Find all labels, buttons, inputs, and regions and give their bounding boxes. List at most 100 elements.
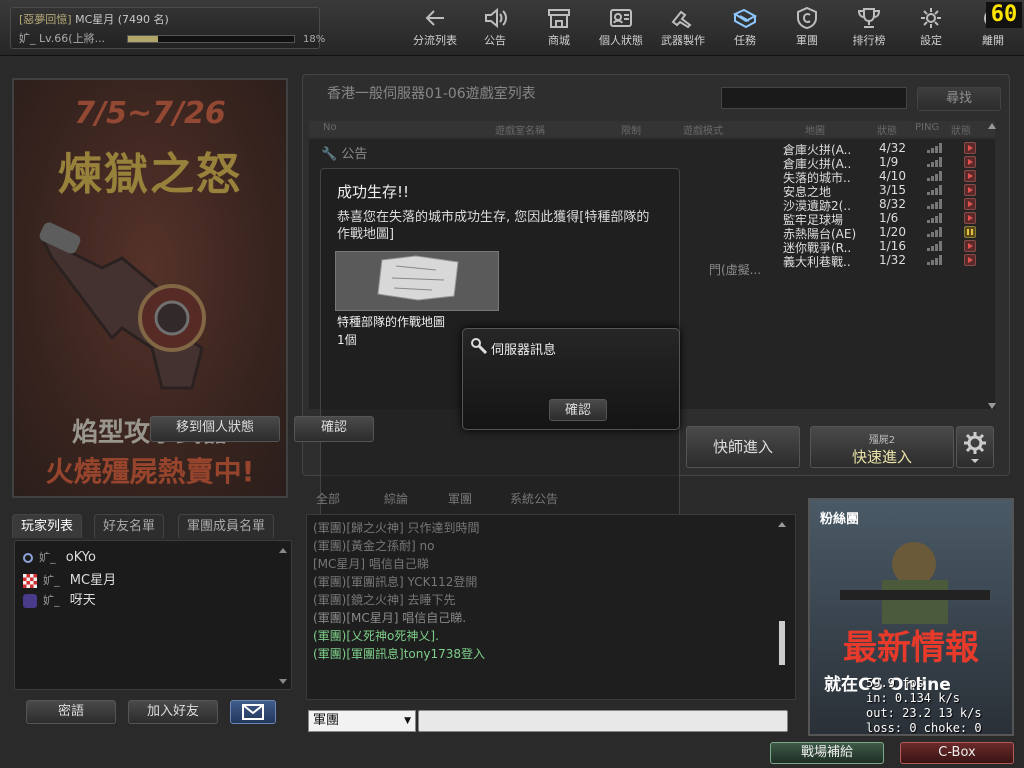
chat-line: (軍團)[MC星月] 唱信自己睇.	[313, 611, 467, 625]
male-gender-icon	[23, 552, 33, 563]
ping-bars-icon	[927, 199, 942, 209]
trophy-icon	[857, 8, 881, 28]
add-friend-button[interactable]: 加入好友	[128, 700, 218, 724]
reward-message: 恭喜您在失落的城市成功生存, 您因此獲得[特種部隊的作戰地圖]	[337, 210, 650, 242]
chat-scrollbar[interactable]	[777, 521, 787, 693]
chat-line: (軍團)[黃金之孫耐] no	[313, 539, 435, 553]
clan-emblem-icon	[797, 6, 817, 30]
server-confirm-button[interactable]: 確認	[549, 399, 607, 421]
tab-player-list[interactable]: 玩家列表	[12, 514, 83, 538]
go-to-profile-button[interactable]: 移到個人狀態	[150, 416, 280, 442]
chat-line: [MC星月] 唱信自己睇	[313, 557, 429, 571]
speaker-icon	[485, 7, 507, 29]
room-map: 義大利巷戰..	[783, 255, 851, 269]
nav-channel-list[interactable]: 分流列表	[406, 4, 464, 52]
whisper-button[interactable]: 密語	[26, 700, 116, 724]
tab-friend-list[interactable]: 好友名單	[94, 514, 165, 538]
map-item-icon	[377, 255, 459, 301]
friend-name: oKYo	[65, 550, 96, 565]
nav-clan[interactable]: 軍團	[778, 4, 836, 52]
room-player-count: 8/32	[879, 197, 906, 211]
soldier-image	[840, 542, 990, 624]
room-list-scrollbar[interactable]	[987, 121, 997, 411]
room-player-count: 1/32	[879, 253, 906, 267]
room-player-count: 1/6	[879, 211, 899, 225]
server-message-dialog: 伺服器訊息 確認	[462, 328, 680, 430]
clan-tag: [惡夢回憶]	[19, 13, 72, 26]
nav-profile[interactable]: 個人狀態	[592, 4, 650, 52]
flamethrower-weapon-image	[38, 222, 206, 390]
play-icon	[964, 156, 976, 168]
room-table-header: No 遊戲室名稱 限制 遊戲模式 地圖 狀態 PING 狀態	[309, 121, 995, 137]
battle-supply-button[interactable]: 戰場補給	[770, 742, 884, 764]
list-item[interactable]: 㚧_ MC星月	[23, 569, 263, 588]
play-icon	[964, 142, 976, 154]
promo-date: 7/5~7/26	[74, 96, 226, 131]
fps-counter: 60	[986, 2, 1022, 28]
xp-progress-bar	[127, 35, 295, 43]
promo-title: 煉獄之怒	[58, 149, 242, 200]
profile-card-icon	[610, 9, 632, 27]
reward-item-slot	[335, 251, 499, 311]
user-rank-count: (7490 名)	[117, 13, 169, 26]
play-icon	[964, 240, 976, 252]
play-icon	[964, 184, 976, 196]
chat-tabs: 全部 綜論 軍團 系統公告	[306, 488, 706, 512]
ad-headline: 最新情報	[843, 628, 979, 668]
nav-shop[interactable]: 商城	[530, 4, 588, 52]
tab-chat-clan[interactable]: 軍團	[448, 490, 472, 507]
reward-title: 成功生存!!	[337, 183, 410, 201]
nav-weapon-craft[interactable]: 武器製作	[654, 4, 712, 52]
list-item[interactable]: 㚧_ 呀天	[23, 589, 263, 608]
friend-list-scrollbar[interactable]	[279, 547, 287, 685]
chat-line: (軍團)[乂死神o死神乂].	[313, 629, 439, 643]
weapon-craft-icon	[671, 10, 692, 29]
gear-icon	[964, 432, 986, 463]
user-name-line: [惡夢回憶] MC星月 (7490 名)	[19, 11, 169, 27]
friend-tabs: 玩家列表 好友名單 軍團成員名單	[12, 514, 292, 538]
reward-confirm-button[interactable]: 確認	[294, 416, 374, 442]
room-player-count: 1/20	[879, 225, 906, 239]
ping-bars-icon	[927, 157, 942, 167]
fast-join-button[interactable]: 殭屍2 快速進入	[810, 426, 954, 468]
list-item[interactable]: 㚧_ oKYo	[23, 549, 263, 567]
tab-clan-members[interactable]: 軍團成員名單	[178, 514, 275, 538]
wrench-icon	[471, 338, 487, 354]
room-player-count: 1/16	[879, 239, 906, 253]
tab-chat-general[interactable]: 綜論	[384, 490, 408, 507]
play-icon	[964, 170, 976, 182]
tab-chat-all[interactable]: 全部	[316, 490, 340, 507]
chat-channel-select[interactable]: 軍團 ▼	[308, 710, 416, 732]
friend-name: 呀天	[69, 593, 96, 608]
chat-log: (軍團)[歸之火神] 只作達到時間 (軍團)[黃金之孫耐] no [MC星月] 唱信…	[306, 514, 796, 700]
tab-chat-system[interactable]: 系統公告	[510, 490, 558, 507]
chat-input[interactable]	[418, 710, 788, 732]
play-icon	[964, 254, 976, 266]
partial-mode-text: 門(虛擬...	[709, 263, 762, 277]
nav-notice[interactable]: 公告	[466, 4, 524, 52]
envelope-icon	[242, 704, 264, 720]
room-player-count: 3/15	[879, 183, 906, 197]
shop-icon	[548, 9, 570, 28]
room-list-title: 香港一般伺服器01-06遊戲室列表	[327, 86, 536, 102]
nav-mission[interactable]: 任務	[716, 4, 774, 52]
gear-icon	[921, 8, 941, 28]
xp-percent: 18%	[303, 34, 326, 45]
fast-join-label: 快速進入	[851, 448, 912, 466]
c-box-button[interactable]: C-Box	[900, 742, 1014, 764]
room-search-input[interactable]	[721, 87, 907, 109]
mail-button[interactable]	[230, 700, 276, 724]
room-player-count: 4/32	[879, 141, 906, 155]
quick-join-button[interactable]: 快師進入	[686, 426, 800, 468]
clan-mark: 㚧_	[19, 32, 36, 45]
nav-settings[interactable]: 設定	[902, 4, 960, 52]
join-settings-button[interactable]	[956, 426, 994, 468]
nav-ranking[interactable]: 排行榜	[840, 4, 898, 52]
chat-line: (軍團)[鏡之火神] 去睡下先	[313, 593, 456, 607]
server-message-title: 伺服器訊息	[491, 343, 557, 358]
chat-line: (軍團)[歸之火神] 只作達到時間	[313, 521, 480, 535]
ping-bars-icon	[927, 213, 942, 223]
find-button[interactable]: 尋找	[917, 87, 1001, 111]
network-stats: 59.9 fps in: 0.134 k/s out: 23.2 13 k/s …	[866, 676, 982, 735]
reward-item-quantity: 1個	[337, 333, 357, 347]
